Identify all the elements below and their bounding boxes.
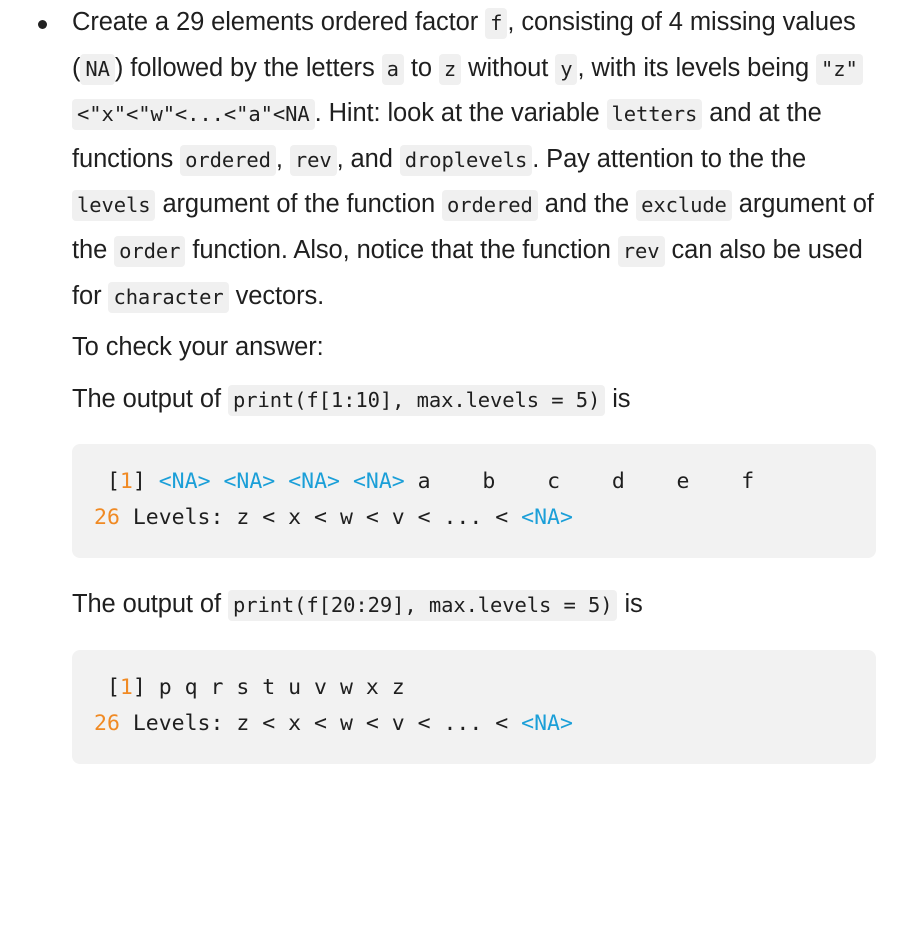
console-na-token: <NA> <box>288 469 340 495</box>
inline-code-chip: a <box>381 53 404 85</box>
inline-code-chip: ordered <box>180 144 276 176</box>
console-index-number: 1 <box>119 469 133 495</box>
inline-code-chip: rev <box>289 144 337 176</box>
exercise-instruction-paragraph: Create a 29 elements ordered factor f, c… <box>72 0 876 319</box>
console-na-token: <NA> <box>158 469 211 495</box>
check-answer-label: To check your answer: <box>72 333 324 362</box>
output-1-intro: The output of print(f[1:10], max.levels … <box>72 377 876 423</box>
console-na-token: <NA> <box>521 505 573 531</box>
inline-code-chip: z <box>438 53 462 85</box>
exercise-list-item: Create a 29 elements ordered factor f, c… <box>0 0 906 764</box>
inline-code-chip: droplevels <box>399 144 533 176</box>
inline-code-chip: exclude <box>636 190 732 222</box>
inline-code-chip: "z"<"x"<"w"<...<"a"<NA <box>72 53 863 131</box>
inline-code-chip: y <box>555 53 578 85</box>
output-2-intro: The output of print(f[20:29], max.levels… <box>72 582 876 628</box>
inline-code-chip: print(f[1:10], max.levels = 5) <box>227 384 606 416</box>
console-index-number: 26 <box>94 505 120 531</box>
console-na-token: <NA> <box>352 469 405 495</box>
inline-code-chip: NA <box>80 53 115 85</box>
inline-code-chip: order <box>114 235 186 267</box>
inline-code-chip: f <box>485 8 508 39</box>
inline-code-chip: character <box>108 281 229 313</box>
inline-code-chip: levels <box>72 190 156 222</box>
console-na-token: <NA> <box>521 710 573 736</box>
inline-code-chip: ordered <box>442 190 538 222</box>
document-page: Create a 29 elements ordered factor f, c… <box>0 0 906 764</box>
console-index-number: 26 <box>94 710 120 736</box>
inline-code-chip: rev <box>617 235 665 267</box>
console-index-number: 1 <box>119 674 133 700</box>
console-output-1: [1] <NA> <NA> <NA> <NA> a b c d e f 26 L… <box>72 444 876 559</box>
inline-code-chip: letters <box>606 99 703 131</box>
console-output-2: [1] p q r s t u v w x z 26 Levels: z < x… <box>72 649 876 764</box>
exercise-list: Create a 29 elements ordered factor f, c… <box>0 0 906 764</box>
console-na-token: <NA> <box>223 469 276 495</box>
inline-code-chip: print(f[20:29], max.levels = 5) <box>227 590 618 622</box>
